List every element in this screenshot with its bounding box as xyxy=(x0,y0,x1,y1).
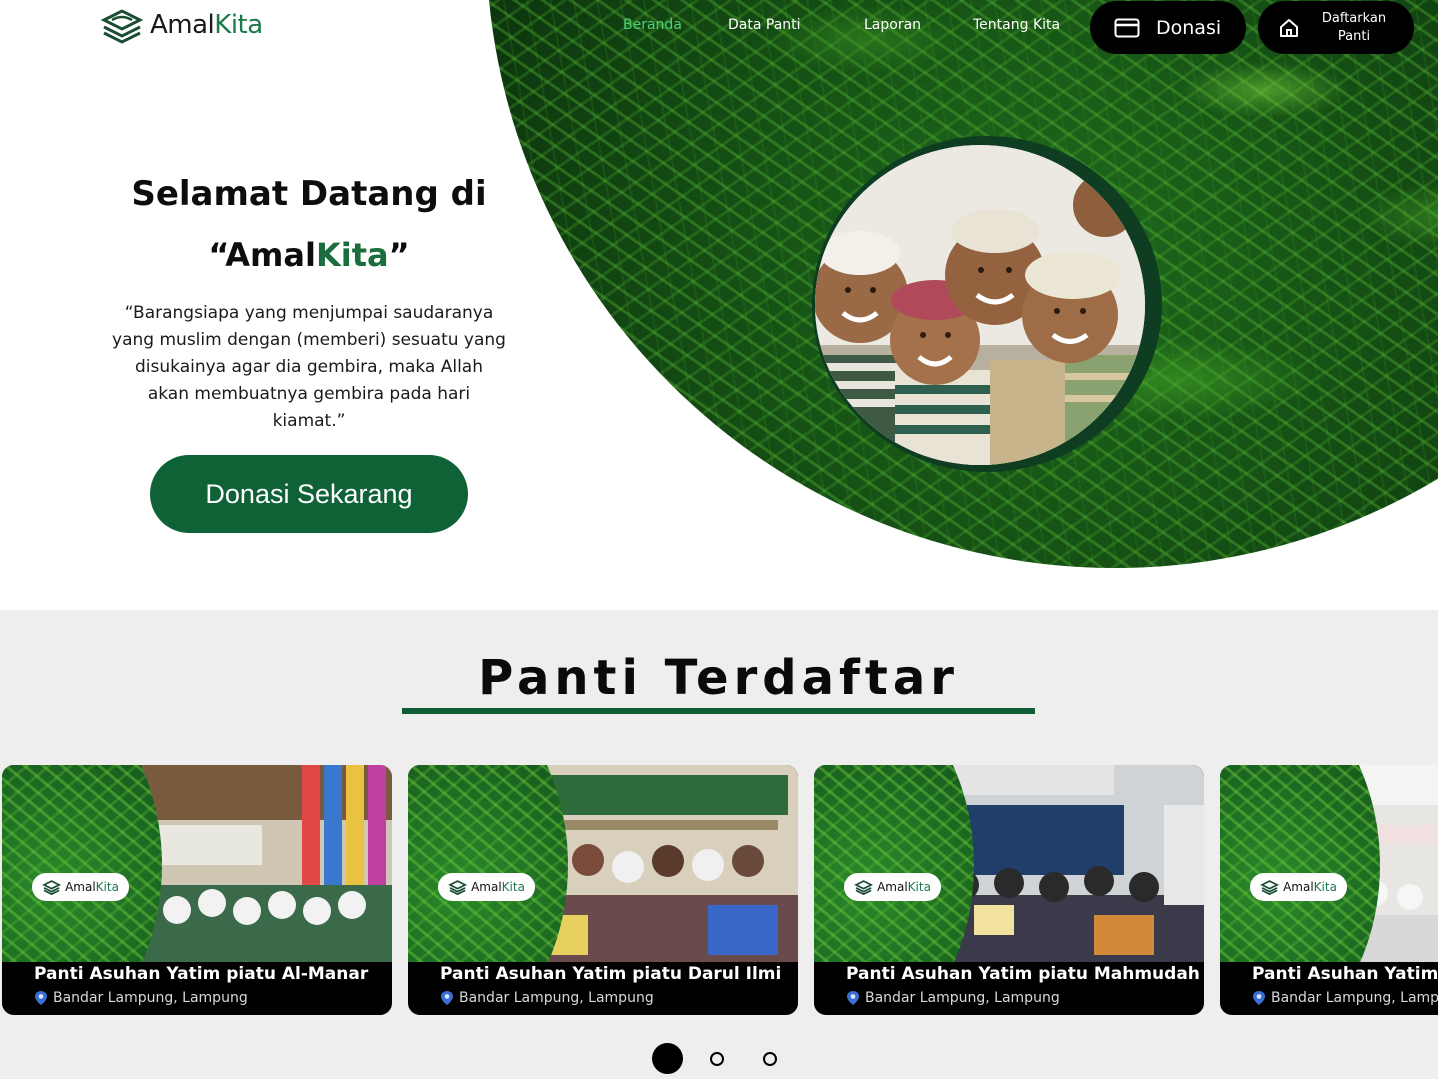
carousel-dot-2[interactable] xyxy=(710,1052,724,1066)
hero-section: AmalKita Beranda Data Panti Laporan Tent… xyxy=(0,0,1438,610)
location-pin-icon xyxy=(847,991,859,1005)
orphanage-card[interactable]: Amal Kita Panti Asuhan Yatim Bandar Lampu… xyxy=(1220,765,1438,1015)
location-pin-icon xyxy=(441,991,453,1005)
card-image: Amal Kita xyxy=(1220,765,1438,962)
card-fern-overlay xyxy=(1220,765,1380,962)
nav-link-data-panti[interactable]: Data Panti xyxy=(728,17,801,33)
nav-link-laporan[interactable]: Laporan xyxy=(864,17,921,33)
home-icon xyxy=(1280,18,1298,37)
donate-nav-label: Donasi xyxy=(1156,16,1222,39)
donate-nav-button[interactable]: Donasi xyxy=(1090,1,1246,54)
orphanage-card[interactable]: Amal Kita Panti Asuhan Yatim piatu Al-Man… xyxy=(2,765,392,1015)
carousel-dot-1[interactable] xyxy=(652,1043,683,1074)
orphanage-card[interactable]: Amal Kita Panti Asuhan Yatim piatu Mahmud… xyxy=(814,765,1204,1015)
hero-title-line1: Selamat Datang di xyxy=(131,174,487,214)
card-location: Bandar Lampung, Lampung xyxy=(1252,990,1438,1006)
card-image: Amal Kita xyxy=(2,765,392,962)
location-pin-icon xyxy=(35,991,47,1005)
donate-now-button[interactable]: Donasi Sekarang xyxy=(150,455,468,533)
card-fern-overlay xyxy=(408,765,568,962)
nav-link-tentang-kita[interactable]: Tentang Kita xyxy=(973,17,1060,33)
register-orphanage-label: Daftarkan Panti xyxy=(1321,10,1387,44)
card-brand-badge: Amal Kita xyxy=(32,873,129,901)
registered-orphanages-section: Panti Terdaftar Amal Kita Panti Asuhan Y… xyxy=(0,610,1438,1079)
card-brand-badge: Amal Kita xyxy=(438,873,535,901)
card-location: Bandar Lampung, Lampung xyxy=(846,990,1060,1006)
section-title: Panti Terdaftar xyxy=(478,650,959,706)
hero-quote: “Barangsiapa yang menjumpai saudaranya y… xyxy=(112,303,506,431)
card-location: Bandar Lampung, Lampung xyxy=(440,990,654,1006)
card-brand-badge: Amal Kita xyxy=(1250,873,1347,901)
children-illustration xyxy=(815,145,1145,465)
nav-link-beranda[interactable]: Beranda xyxy=(623,17,682,33)
card-fern-overlay xyxy=(2,765,162,962)
top-navigation: Beranda Data Panti Laporan Tentang Kita … xyxy=(0,0,1438,60)
amalkita-logo-icon xyxy=(854,880,874,895)
card-orphanage-name: Panti Asuhan Yatim piatu Al-Manar xyxy=(34,964,369,984)
carousel-pagination xyxy=(652,1043,782,1075)
orphanage-card[interactable]: Amal Kita Panti Asuhan Yatim piatu Darul … xyxy=(408,765,798,1015)
carousel-dot-3[interactable] xyxy=(763,1052,777,1066)
card-location: Bandar Lampung, Lampung xyxy=(34,990,248,1006)
card-orphanage-name: Panti Asuhan Yatim piatu Mahmudah xyxy=(846,964,1200,984)
section-title-underline xyxy=(402,708,1035,714)
amalkita-logo-icon xyxy=(448,880,468,895)
hero-title-line2: “AmalKita” xyxy=(208,236,410,274)
card-orphanage-name: Panti Asuhan Yatim piatu Darul Ilmi xyxy=(440,964,782,984)
card-image: Amal Kita xyxy=(814,765,1204,962)
card-fern-overlay xyxy=(814,765,974,962)
amalkita-logo-icon xyxy=(42,880,62,895)
location-pin-icon xyxy=(1253,991,1265,1005)
card-brand-badge: Amal Kita xyxy=(844,873,941,901)
amalkita-logo-icon xyxy=(1260,880,1280,895)
credit-card-icon xyxy=(1114,18,1140,37)
card-orphanage-name: Panti Asuhan Yatim xyxy=(1252,964,1438,984)
register-orphanage-button[interactable]: Daftarkan Panti xyxy=(1258,1,1414,54)
hero-photo-children xyxy=(815,145,1145,465)
card-image: Amal Kita xyxy=(408,765,798,962)
